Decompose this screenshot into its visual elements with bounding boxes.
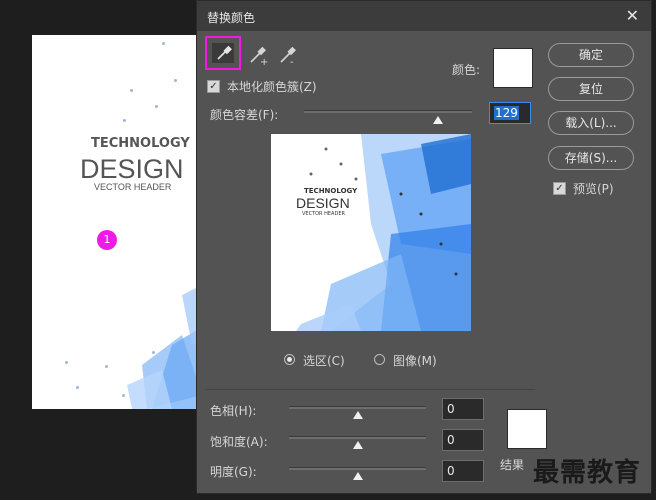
fuzziness-label: 颜色容差(F):	[210, 108, 279, 122]
preview-checkbox[interactable]: ✓	[553, 182, 566, 195]
preview-text-vector: VECTOR HEADER	[302, 211, 345, 217]
localize-checkbox[interactable]: ✓	[207, 80, 220, 93]
svg-text:+: +	[260, 57, 268, 67]
doc-title-technology: TECHNOLOGY	[91, 136, 190, 151]
decor-dot	[174, 79, 177, 82]
dialog-titlebar[interactable]: 替换颜色 ✕	[197, 1, 651, 31]
decor-dot	[155, 105, 158, 108]
load-button[interactable]: 载入(L)...	[548, 111, 634, 135]
decor-dot	[76, 386, 79, 389]
result-swatch	[507, 409, 547, 449]
section-divider	[205, 389, 535, 390]
selection-radio[interactable]	[284, 354, 295, 365]
image-radio[interactable]	[374, 354, 385, 365]
save-button[interactable]: 存储(S)...	[548, 146, 634, 170]
saturation-input[interactable]: 0	[442, 429, 484, 451]
preview-graphic	[296, 134, 471, 331]
hue-label: 色相(H):	[210, 404, 257, 418]
doc-title-vector-header: VECTOR HEADER	[94, 182, 172, 192]
step-marker: 1	[97, 230, 117, 250]
localize-label: 本地化颜色簇(Z)	[227, 80, 317, 94]
doc-title-design: DESIGN	[80, 154, 184, 184]
decor-dot	[130, 89, 133, 92]
eyedropper-minus-icon[interactable]: -	[277, 43, 301, 67]
preview-text-design: DESIGN	[296, 195, 350, 211]
lightness-slider-track[interactable]	[289, 467, 426, 470]
lightness-label: 明度(G):	[210, 465, 257, 479]
saturation-slider-track[interactable]	[289, 436, 426, 439]
eyedropper-plus-icon[interactable]: +	[247, 43, 271, 67]
lightness-slider-thumb[interactable]	[353, 472, 363, 480]
replace-color-dialog: 替换颜色 ✕ + - 颜色: ✓ 本地化颜色簇(Z) 颜色容差(F): 129 …	[196, 0, 652, 494]
close-icon[interactable]: ✕	[626, 6, 639, 25]
color-label: 颜色:	[452, 63, 481, 77]
fuzziness-slider-thumb[interactable]	[433, 116, 444, 124]
decor-dot	[105, 365, 108, 368]
decor-dot	[123, 119, 126, 122]
selection-preview-image: TECHNOLOGY DESIGN VECTOR HEADER	[271, 134, 471, 331]
result-label: 结果	[500, 458, 525, 472]
fuzziness-slider-track[interactable]	[304, 110, 472, 113]
fuzziness-input[interactable]: 129	[489, 102, 531, 124]
saturation-slider-thumb[interactable]	[353, 441, 363, 449]
reset-button[interactable]: 复位	[548, 77, 634, 101]
image-radio-label: 图像(M)	[393, 354, 437, 368]
canvas-document: TECHNOLOGY DESIGN VECTOR HEADER 1	[32, 35, 222, 409]
svg-text:-: -	[290, 57, 294, 67]
lightness-input[interactable]: 0	[442, 460, 484, 482]
preview-label: 预览(P)	[573, 182, 614, 196]
selection-radio-label: 选区(C)	[303, 354, 345, 368]
decor-dot	[162, 42, 165, 45]
preview-text-technology: TECHNOLOGY	[304, 187, 358, 195]
ok-button[interactable]: 确定	[548, 43, 634, 67]
color-swatch[interactable]	[493, 48, 533, 88]
hue-input[interactable]: 0	[442, 398, 484, 420]
eyedropper-tool-selected[interactable]	[205, 36, 241, 70]
dialog-title: 替换颜色	[207, 11, 256, 25]
eyedropper-icon	[217, 45, 232, 60]
decor-dot	[65, 361, 68, 364]
saturation-label: 饱和度(A):	[210, 435, 268, 449]
hue-slider-thumb[interactable]	[353, 411, 363, 419]
watermark-logo: 最需教育	[533, 458, 642, 488]
fuzziness-value: 129	[494, 106, 519, 120]
hue-slider-track[interactable]	[289, 406, 426, 409]
